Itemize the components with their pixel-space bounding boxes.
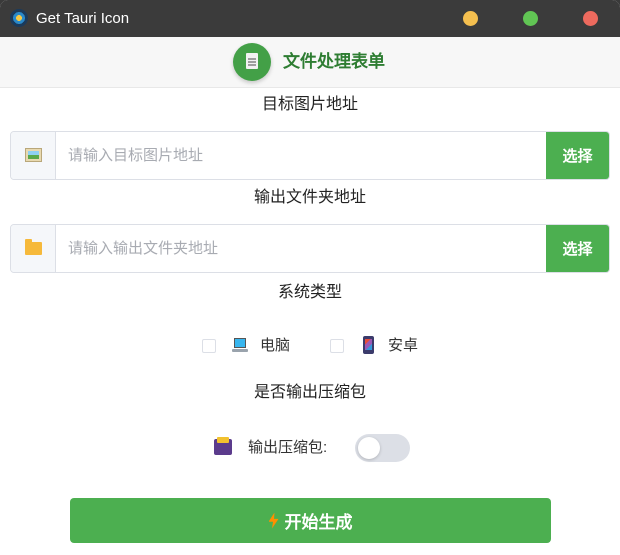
output-folder-select-button[interactable]: 选择 — [546, 225, 609, 272]
target-image-label: 目标图片地址 — [261, 96, 358, 113]
zip-toggle-label: 输出压缩包: — [248, 439, 328, 456]
window-title: Get Tauri Icon — [36, 10, 130, 27]
output-folder-group: 选择 — [10, 224, 610, 273]
target-image-group: 选择 — [10, 131, 610, 180]
document-icon — [233, 43, 271, 81]
image-icon — [25, 148, 42, 162]
start-generate-label: 开始生成 — [284, 513, 353, 532]
title-bar: Get Tauri Icon — [0, 0, 620, 37]
archive-icon — [214, 437, 232, 455]
pc-label[interactable]: 电脑 — [260, 336, 290, 356]
target-image-prefix — [11, 132, 56, 179]
output-folder-input[interactable] — [56, 225, 548, 272]
minimize-button[interactable] — [463, 11, 478, 26]
output-folder-label: 输出文件夹地址 — [253, 189, 366, 206]
app-window: Get Tauri Icon 文件处理表单 目标图片地址 选择 输出文件夹地址 … — [0, 0, 620, 555]
target-image-select-button[interactable]: 选择 — [546, 132, 609, 179]
android-checkbox[interactable] — [330, 339, 344, 353]
target-image-input[interactable] — [56, 132, 548, 179]
pc-checkbox[interactable] — [202, 339, 216, 353]
android-label[interactable]: 安卓 — [388, 336, 418, 356]
toggle-knob — [358, 437, 380, 459]
system-type-label: 系统类型 — [277, 284, 342, 301]
system-type-options: 电脑 安卓 — [0, 335, 620, 359]
close-button[interactable] — [583, 11, 598, 26]
start-generate-button[interactable]: 开始生成 — [70, 498, 551, 543]
phone-icon — [363, 336, 374, 354]
zip-section-label: 是否输出压缩包 — [253, 384, 366, 401]
folder-icon — [25, 239, 42, 255]
maximize-button[interactable] — [523, 11, 538, 26]
laptop-icon — [232, 337, 248, 353]
output-folder-prefix — [11, 225, 56, 272]
zip-toggle-switch[interactable] — [355, 434, 410, 462]
form-header: 文件处理表单 — [0, 37, 620, 88]
app-logo-icon — [10, 9, 28, 27]
lightning-icon — [268, 512, 279, 529]
form-title: 文件处理表单 — [283, 52, 385, 71]
zip-option-row: 输出压缩包: — [0, 434, 620, 462]
